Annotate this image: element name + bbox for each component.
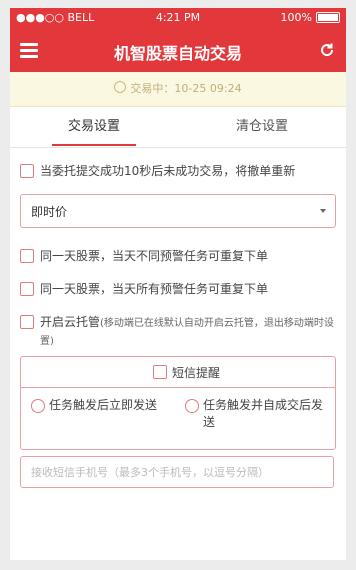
- price-type-value: 即时价: [31, 205, 68, 219]
- nav-bar: 机智股票自动交易: [10, 28, 346, 72]
- tab-bar: 交易设置 清仓设置: [10, 107, 346, 148]
- sms-reminder-panel: 短信提醒 任务触发后立即发送 任务触发并自成交后发送: [20, 356, 336, 450]
- sms-reminder-title: 短信提醒: [172, 366, 221, 380]
- tab-trade-settings[interactable]: 交易设置: [10, 107, 178, 147]
- cloud-hosting-text: 开启云托管(移动端已在线默认自动开启云托管，退出移动端时设置): [40, 314, 336, 350]
- sms-reminder-header[interactable]: 短信提醒: [21, 357, 335, 388]
- clock-icon: [114, 81, 127, 93]
- page-title: 机智股票自动交易: [113, 44, 242, 63]
- cloud-hosting-checkbox[interactable]: [20, 315, 34, 329]
- battery-status: 100%: [281, 11, 340, 24]
- sms-immediate-radio[interactable]: [31, 399, 45, 413]
- same-stock-same-alert-option[interactable]: 同一天股票，当天所有预警任务可重复下单: [20, 281, 336, 299]
- same-stock-diff-alert-label: 同一天股票，当天不同预警任务可重复下单: [40, 249, 269, 263]
- status-bar: ●●●○○ BELL 4:21 PM 100%: [10, 8, 346, 28]
- battery-percent: 100%: [280, 11, 312, 24]
- cloud-hosting-label: 开启云托管: [40, 315, 101, 329]
- active-tab-indicator: [52, 144, 136, 146]
- battery-icon: [316, 12, 340, 23]
- cloud-hosting-option[interactable]: 开启云托管(移动端已在线默认自动开启云托管，退出移动端时设置): [20, 314, 336, 348]
- sms-phone-input[interactable]: 接收短信手机号（最多3个手机号，以逗号分隔）: [20, 456, 334, 488]
- same-stock-diff-alert-checkbox[interactable]: [20, 249, 34, 263]
- same-stock-same-alert-checkbox[interactable]: [20, 282, 34, 296]
- price-type-select[interactable]: 即时价: [20, 194, 336, 228]
- retry-option[interactable]: 当委托提交成功10秒后未成功交易，将撤单重新: [20, 163, 336, 181]
- trading-status-text: 交易中：10-25 09:24: [130, 82, 242, 95]
- retry-label: 当委托提交成功10秒后未成功交易，将撤单重新: [40, 164, 296, 178]
- sms-after-deal-radio[interactable]: [185, 399, 199, 413]
- phone-screen: ●●●○○ BELL 4:21 PM 100% 机智股票自动交易 交易中：10-…: [10, 8, 346, 560]
- trading-status-bar: 交易中：10-25 09:24: [10, 72, 346, 107]
- sms-after-deal-label: 任务触发并自成交后发送: [203, 398, 324, 429]
- same-stock-same-alert-label: 同一天股票，当天所有预警任务可重复下单: [40, 282, 269, 296]
- sms-immediate-label: 任务触发后立即发送: [49, 398, 158, 412]
- sms-reminder-checkbox[interactable]: [153, 365, 167, 379]
- refresh-icon[interactable]: [318, 41, 336, 59]
- tab-clear-settings[interactable]: 清仓设置: [178, 107, 346, 147]
- same-stock-diff-alert-option[interactable]: 同一天股票，当天不同预警任务可重复下单: [20, 248, 336, 266]
- chevron-down-icon: [320, 209, 326, 213]
- retry-checkbox[interactable]: [20, 164, 34, 178]
